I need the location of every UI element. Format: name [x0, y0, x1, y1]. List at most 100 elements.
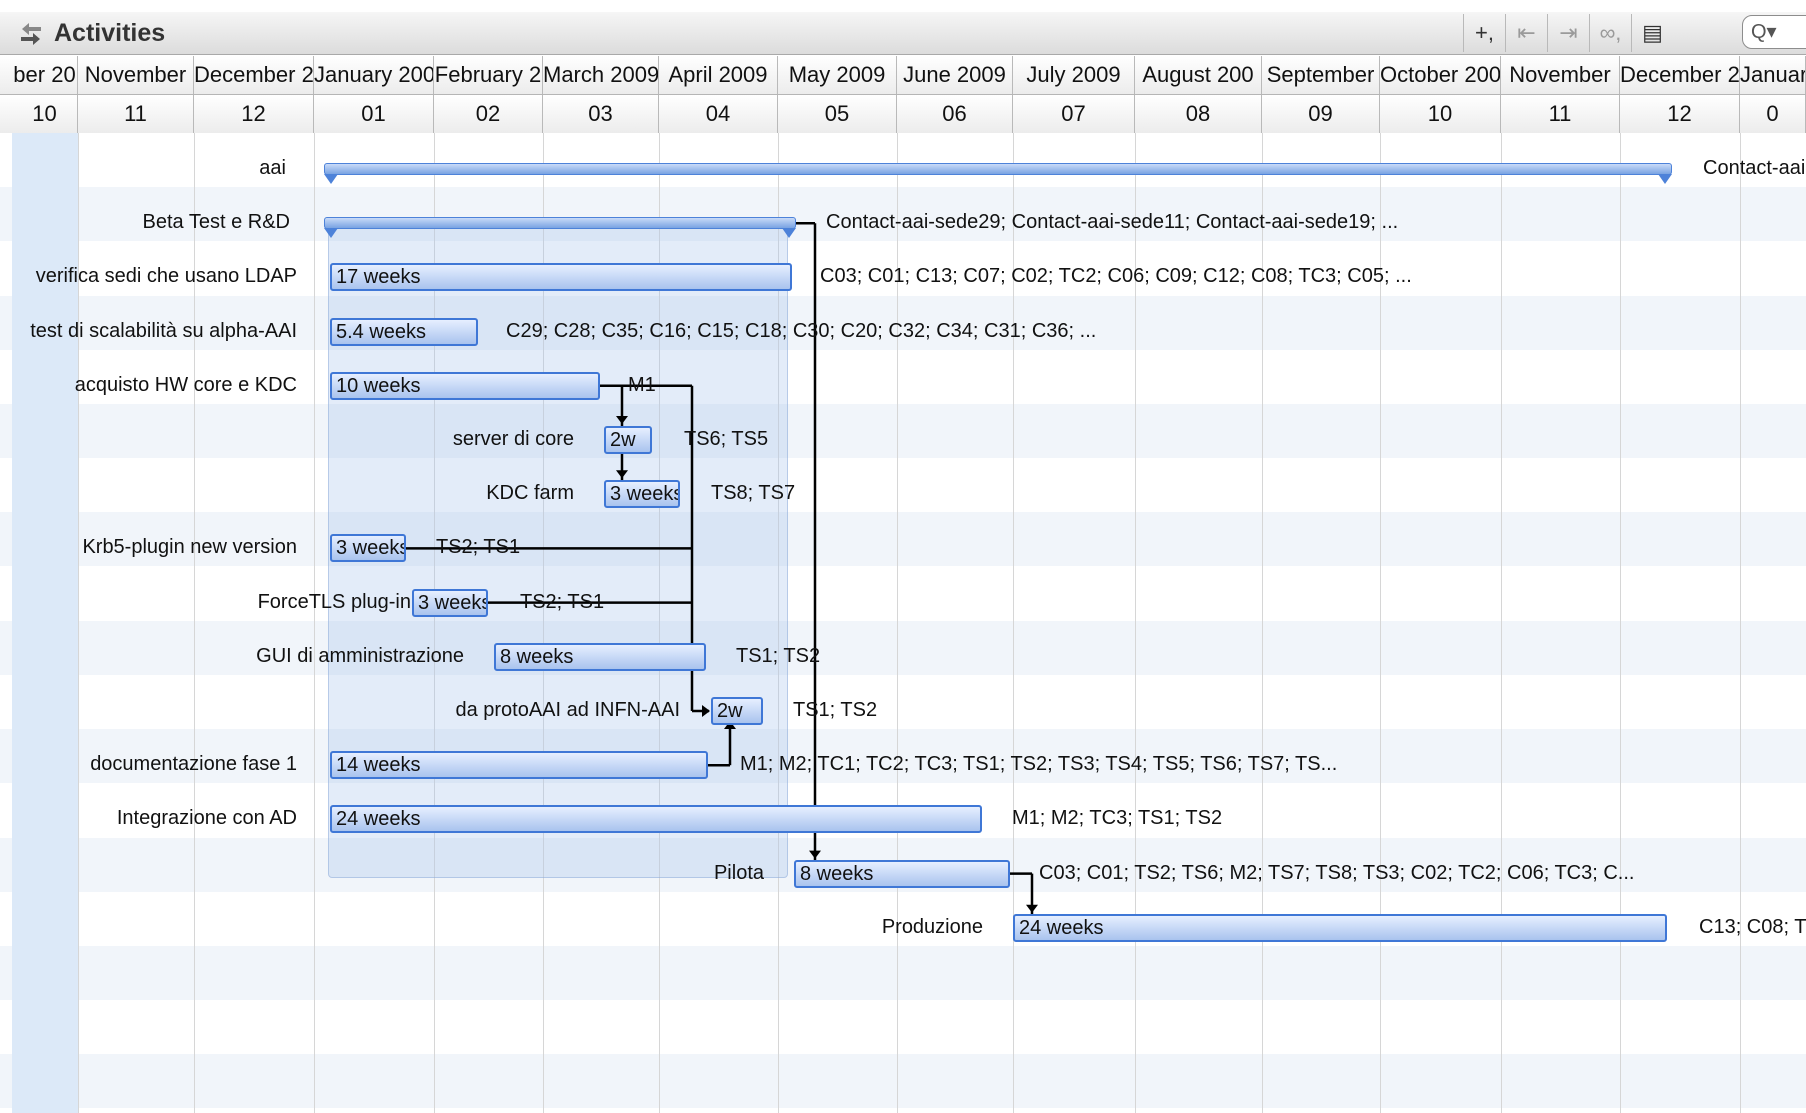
month-number-cell-13: 11 [1501, 95, 1620, 133]
month-number-cell-15: 0 [1740, 95, 1806, 133]
inspector-icon: ▤ [1642, 20, 1663, 45]
month-number-cell-12: 10 [1380, 95, 1501, 133]
summary-bar-aai[interactable] [324, 163, 1672, 175]
indent-button[interactable]: ⇥ [1547, 14, 1589, 52]
month-number-cell-14: 12 [1620, 95, 1740, 133]
task-bar-verifica-sedi-che-usano-ldap[interactable]: 17 weeks [330, 263, 792, 292]
task-name-krb5-plugin-new-version[interactable]: Krb5-plugin new version [82, 536, 297, 559]
task-resources-test-di-scalabilit-su-alpha-aai: C29; C28; C35; C16; C15; C18; C30; C20; … [506, 319, 1097, 342]
month-header-cell-5: March 2009 [543, 56, 659, 94]
month-number-cell-10: 08 [1135, 95, 1262, 133]
link-button[interactable]: ∞, [1589, 14, 1631, 52]
task-resources-documentazione-fase-1: M1; M2; TC1; TC2; TC3; TS1; TS2; TS3; TS… [740, 753, 1338, 776]
month-number-cell-1: 11 [78, 95, 194, 133]
search-icon: Q▾ [1751, 21, 1777, 43]
task-resources-produzione: C13; C08; TS [1699, 915, 1806, 938]
inspector-button[interactable]: ▤ [1631, 14, 1673, 52]
search-field[interactable]: Q▾ [1742, 15, 1806, 49]
month-number-cell-8: 06 [897, 95, 1013, 133]
task-name-server-di-core[interactable]: server di core [453, 428, 574, 451]
task-bar-integrazione-con-ad[interactable]: 24 weeks [330, 805, 982, 834]
task-bar-gui-di-amministrazione[interactable]: 8 weeks [494, 642, 706, 671]
task-name-acquisto-hw-core-e-kdc[interactable]: acquisto HW core e KDC [75, 374, 297, 397]
summary-bar-beta-test-e-r-d[interactable] [324, 217, 796, 230]
month-header-cell-6: April 2009 [659, 56, 778, 94]
month-header-cell-15: Januar [1740, 56, 1806, 94]
task-resources-integrazione-con-ad: M1; M2; TC3; TS1; TS2 [1012, 807, 1223, 830]
task-bar-pilota[interactable]: 8 weeks [794, 859, 1010, 888]
task-name-gui-di-amministrazione[interactable]: GUI di amministrazione [256, 645, 464, 668]
task-name-test-di-scalabilit-su-alpha-aai[interactable]: test di scalabilità su alpha-AAI [30, 320, 297, 343]
summary-end-marker-icon [324, 228, 338, 239]
task-resources-kdc-farm: TS8; TS7 [711, 482, 796, 505]
task-bar-da-protoaai-ad-infn-aai[interactable]: 2w [711, 697, 763, 725]
activities-toolbar: Activities +, ⇤ ⇥ ∞, ▤ Q▾ [0, 12, 1806, 55]
dependency-arrow-icon [616, 470, 628, 479]
month-header-cell-4: February 2 [434, 56, 543, 94]
task-name-integrazione-con-ad[interactable]: Integrazione con AD [117, 807, 297, 830]
month-header-cell-7: May 2009 [778, 56, 897, 94]
month-number-cell-5: 03 [543, 95, 659, 133]
task-name-kdc-farm[interactable]: KDC farm [486, 482, 574, 505]
task-bar-forcetls-plug-in[interactable]: 3 weeks [412, 588, 488, 617]
task-resources-beta-test-e-r-d: Contact-aai-sede29; Contact-aai-sede11; … [826, 211, 1399, 234]
task-bar-documentazione-fase-1[interactable]: 14 weeks [330, 751, 708, 780]
summary-end-marker-icon [324, 174, 338, 184]
task-resources-da-protoaai-ad-infn-aai: TS1; TS2 [793, 699, 878, 721]
task-bar-kdc-farm[interactable]: 3 weeks [604, 480, 680, 509]
month-number-cell-9: 07 [1013, 95, 1135, 133]
month-header-cell-10: August 200 [1135, 56, 1262, 94]
month-header-cell-1: November [78, 56, 194, 94]
task-name-beta-test-e-r-d[interactable]: Beta Test e R&D [143, 211, 290, 234]
month-header-cell-12: October 200 [1380, 56, 1501, 94]
task-name-aai[interactable]: aai [259, 157, 286, 180]
task-name-forcetls-plug-in[interactable]: ForceTLS plug-in [258, 591, 411, 614]
task-resources-aai: Contact-aai [1703, 157, 1806, 179]
outdent-icon: ⇤ [1517, 20, 1536, 45]
gantt-chart: aai Contact-aai Beta Test e R&D Contact-aai… [0, 133, 1806, 1113]
task-bar-produzione[interactable]: 24 weeks [1013, 913, 1667, 942]
task-name-verifica-sedi-che-usano-ldap[interactable]: verifica sedi che usano LDAP [36, 265, 297, 288]
month-header-cell-13: November [1501, 56, 1620, 94]
swap-arrows-icon[interactable] [18, 22, 44, 45]
dependency-arrow-icon [809, 850, 821, 859]
month-number-cell-0: 10 [12, 95, 78, 133]
gantt-window: Activities +, ⇤ ⇥ ∞, ▤ Q▾ ber 20 November… [0, 0, 1806, 1113]
task-bar-server-di-core[interactable]: 2w [604, 426, 652, 454]
task-name-produzione[interactable]: Produzione [882, 916, 983, 939]
title-group: Activities [18, 12, 165, 55]
task-resources-verifica-sedi-che-usano-ldap: C03; C01; C13; C07; C02; TC2; C06; C09; … [820, 265, 1412, 288]
month-header-cell-8: June 2009 [897, 56, 1013, 94]
month-header-cell-9: July 2009 [1013, 56, 1135, 94]
task-bar-test-di-scalabilit-su-alpha-aai[interactable]: 5.4 weeks [330, 317, 478, 346]
task-name-documentazione-fase-1[interactable]: documentazione fase 1 [90, 753, 297, 776]
task-resources-server-di-core: TS6; TS5 [684, 428, 769, 450]
task-resources-krb5-plugin-new-version: TS2; TS1 [436, 536, 521, 559]
task-resources-acquisto-hw-core-e-kdc: M1 [628, 373, 656, 396]
task-bar-acquisto-hw-core-e-kdc[interactable]: 10 weeks [330, 371, 600, 400]
month-header-cell-3: January 200 [314, 56, 434, 94]
month-number-cell-3: 01 [314, 95, 434, 133]
month-header-row: ber 20 November December 2 January 200 Febru… [0, 56, 1806, 95]
month-number-row: 10 11 12 01 02 03 04 05 06 07 08 09 10 11 12 0 [0, 95, 1806, 134]
task-bar-krb5-plugin-new-version[interactable]: 3 weeks [330, 534, 406, 563]
summary-end-marker-icon [782, 228, 796, 239]
summary-end-marker-icon [1658, 174, 1672, 184]
month-number-cell-7: 05 [778, 95, 897, 133]
task-resources-forcetls-plug-in: TS2; TS1 [520, 590, 605, 613]
add-button[interactable]: +, [1463, 14, 1505, 52]
dependency-arrow-icon [616, 416, 628, 424]
dependency-arrow-icon [1026, 904, 1038, 913]
outdent-button[interactable]: ⇤ [1505, 14, 1547, 52]
indent-icon: ⇥ [1559, 20, 1578, 45]
toolbar-title: Activities [54, 19, 166, 47]
task-name-pilota[interactable]: Pilota [714, 862, 764, 885]
month-header-cell-11: September [1262, 56, 1380, 94]
month-header-cell-0: ber 20 [12, 56, 78, 94]
month-header-cell-2: December 2 [194, 56, 314, 94]
dependency-arrow-icon [702, 705, 710, 717]
task-resources-gui-di-amministrazione: TS1; TS2 [736, 644, 821, 667]
task-name-da-protoaai-ad-infn-aai[interactable]: da protoAAI ad INFN-AAI [455, 699, 680, 722]
month-number-cell-4: 02 [434, 95, 543, 133]
month-number-cell-2: 12 [194, 95, 314, 133]
